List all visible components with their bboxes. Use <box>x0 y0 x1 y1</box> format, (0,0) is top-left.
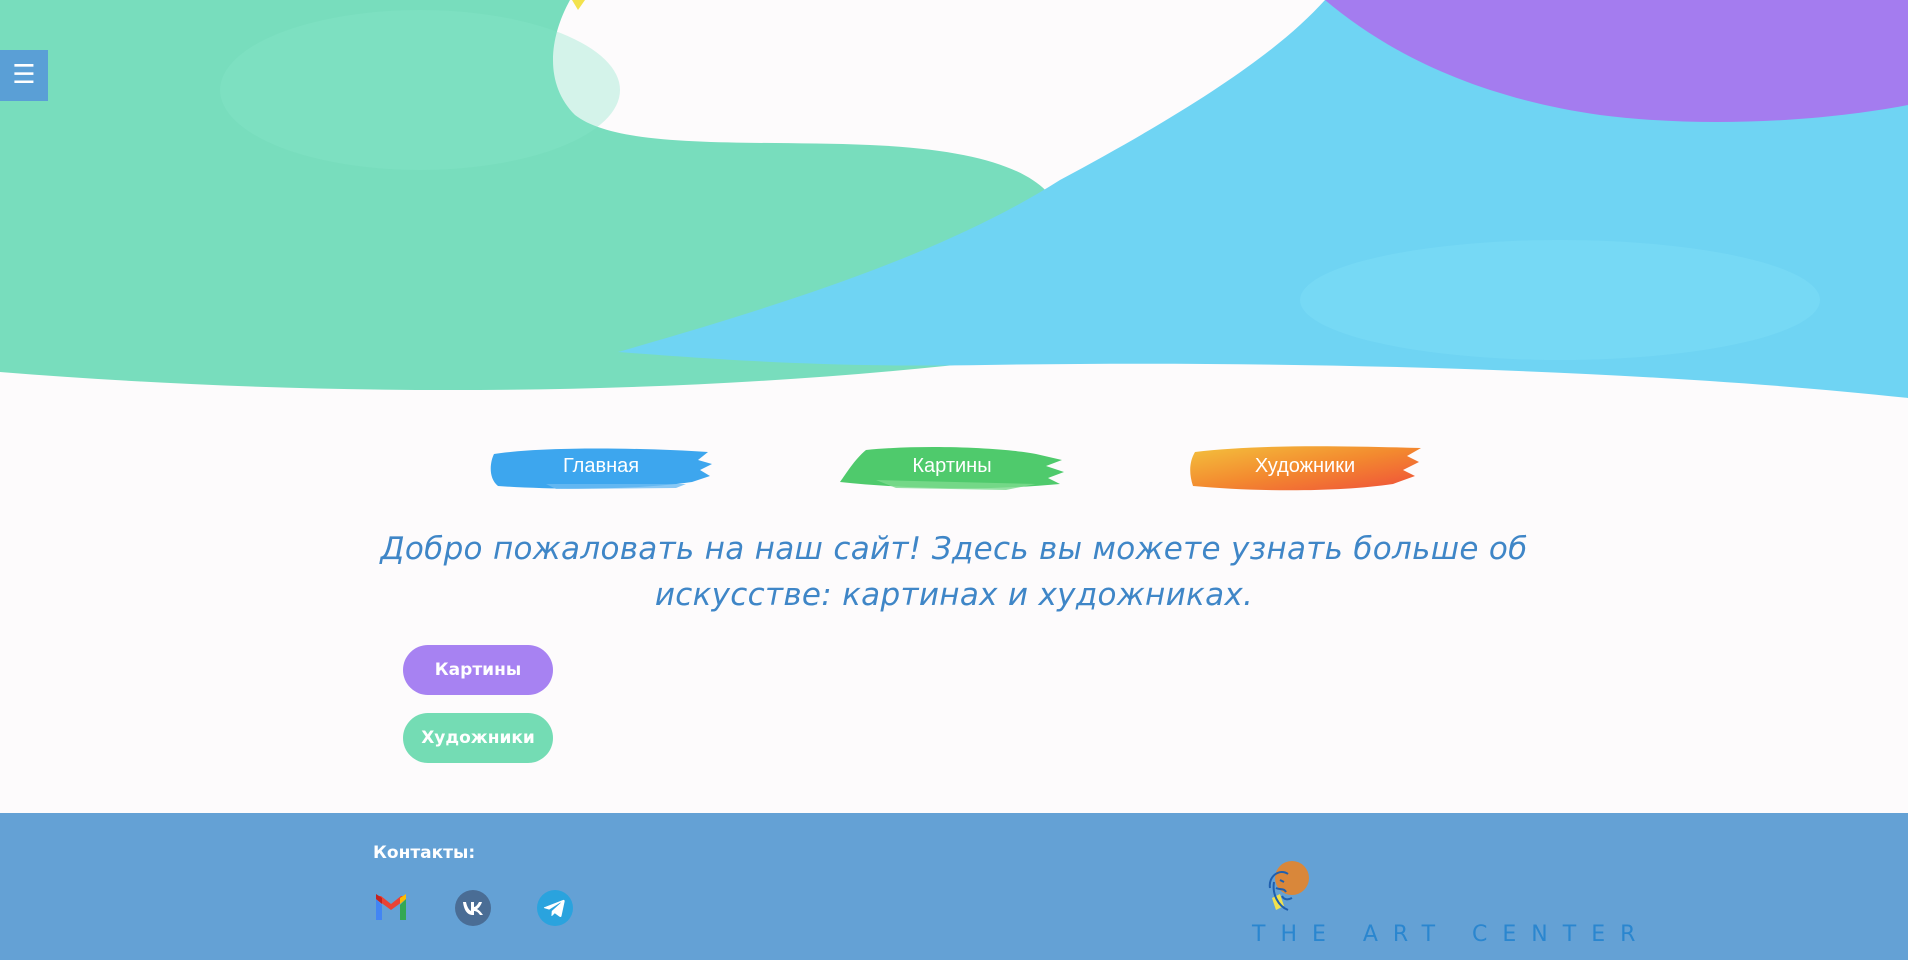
art-center-logo[interactable]: THE ART CENTER <box>1252 858 1635 948</box>
hero-background <box>0 0 1908 430</box>
page: ☰ Главная Картины Художники Добро пожало… <box>0 0 1908 960</box>
nav-paintings[interactable]: Картины <box>836 440 1068 496</box>
nav-artists[interactable]: Художники <box>1189 440 1421 496</box>
nav-home-label[interactable]: Главная <box>486 455 716 478</box>
welcome-text: Добро пожаловать на наш сайт! Здесь вы м… <box>380 531 1528 613</box>
contacts-label: Контакты: <box>373 843 476 863</box>
artists-button[interactable]: Художники <box>403 713 553 763</box>
logo-text: THE ART CENTER <box>1252 922 1651 947</box>
vk-icon[interactable] <box>455 890 491 926</box>
hero-shapes <box>0 0 1908 430</box>
gmail-icon[interactable] <box>373 890 409 926</box>
nav-paintings-label[interactable]: Картины <box>836 455 1068 478</box>
nav-home[interactable]: Главная <box>486 440 716 496</box>
nav-artists-label[interactable]: Художники <box>1189 455 1421 478</box>
paintings-button[interactable]: Картины <box>403 645 553 695</box>
brush-navigation: Главная Картины Художники <box>0 440 1908 500</box>
hamburger-menu-button[interactable]: ☰ <box>0 50 48 101</box>
footer: Контакты: THE ART CENTER <box>0 813 1908 960</box>
telegram-icon[interactable] <box>537 890 573 926</box>
face-logo-icon <box>1268 861 1309 911</box>
